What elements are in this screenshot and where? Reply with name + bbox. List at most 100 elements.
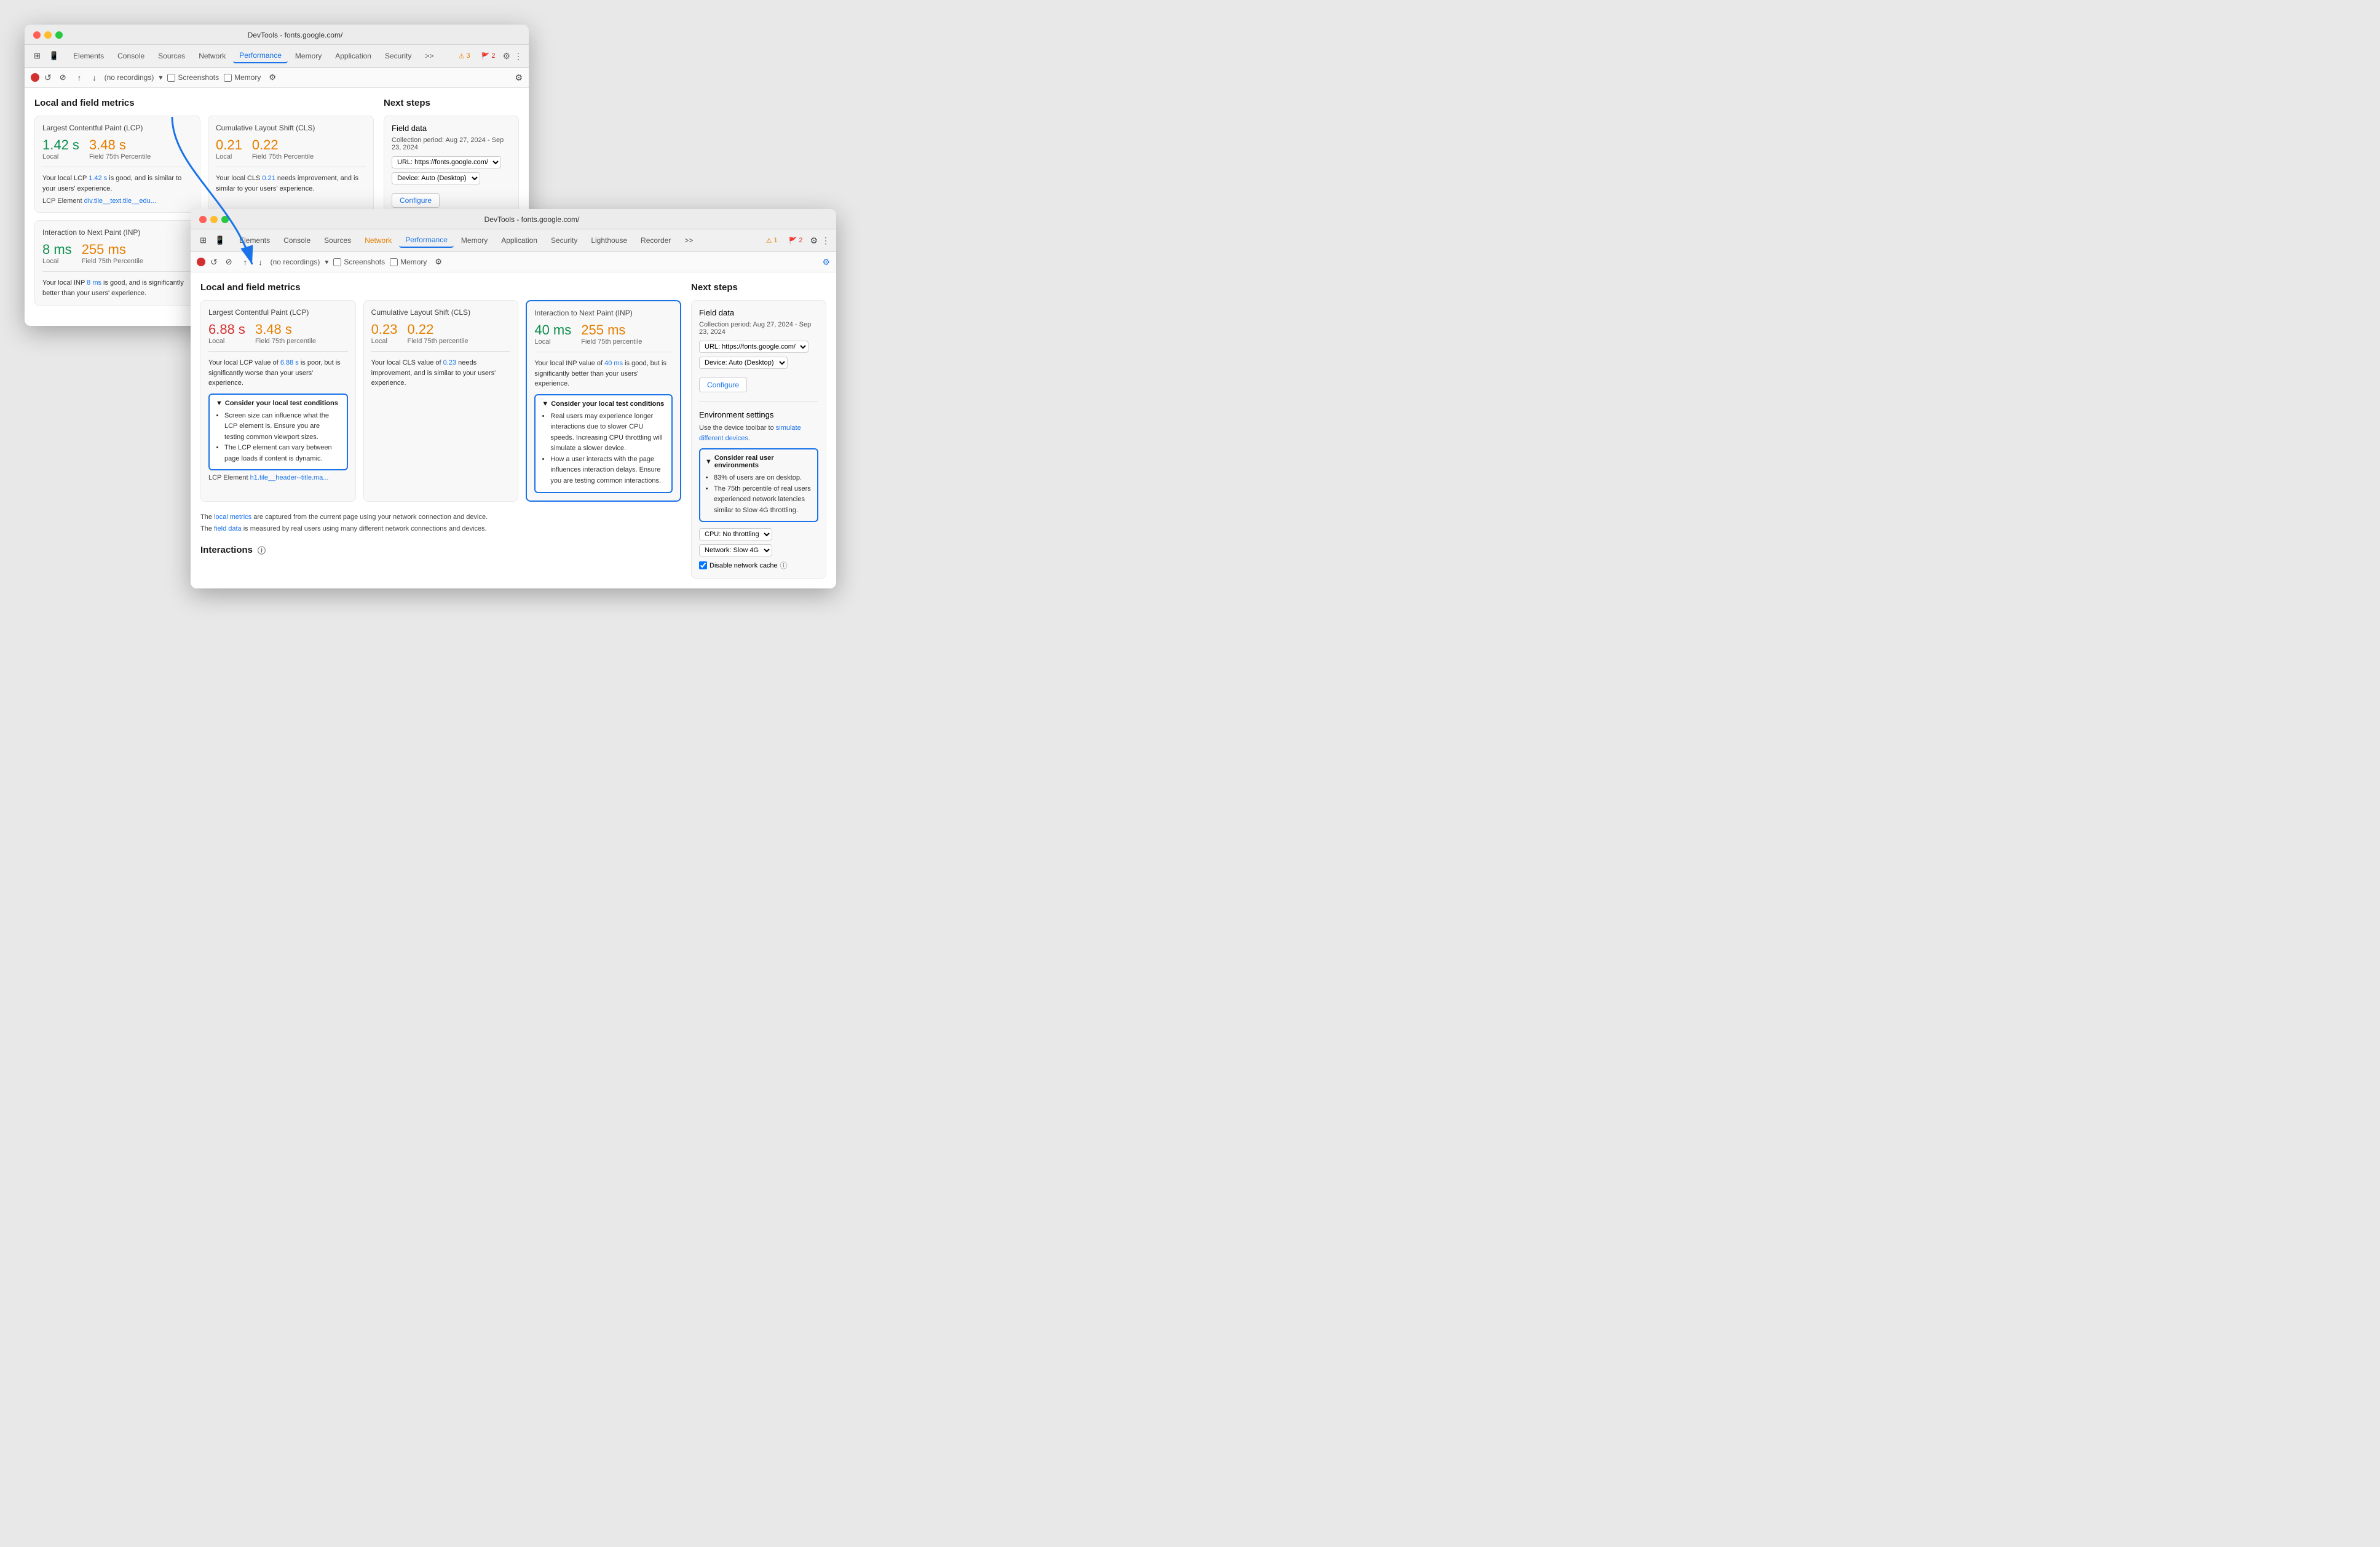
disable-cache-checkbox[interactable] (699, 561, 707, 569)
tab-more-front[interactable]: >> (678, 234, 699, 247)
lcp-value-link-front[interactable]: 6.88 s (280, 359, 299, 366)
local-metrics-link[interactable]: local metrics (214, 513, 251, 521)
device-select-back[interactable]: Device: Auto (Desktop) (392, 172, 480, 184)
content-front: Local and field metrics Largest Contentf… (191, 272, 836, 588)
tab-performance-front[interactable]: Performance (399, 233, 454, 248)
no-recordings-back: (no recordings) (105, 73, 154, 82)
reload-button-front[interactable]: ↺ (210, 257, 218, 267)
tab-network-back[interactable]: Network (192, 49, 232, 63)
more-icon-front[interactable]: ⋮ (821, 235, 830, 246)
error-badge-front: 🚩 2 (785, 235, 807, 246)
next-steps-card-back: Field data Collection period: Aug 27, 20… (384, 116, 519, 216)
lcp-values-front: 6.88 s Local 3.48 s Field 75th percentil… (208, 322, 348, 345)
device-select-front[interactable]: Device: Auto (Desktop) (699, 357, 788, 369)
footer-line2: The field data is measured by real users… (200, 523, 681, 536)
dropdown-arrow-back[interactable]: ▾ (159, 73, 162, 82)
cls-desc-back: Your local CLS 0.21 needs improvement, a… (216, 173, 366, 194)
lcp-card-back: Largest Contentful Paint (LCP) 1.42 s Lo… (34, 116, 200, 213)
inp-field-value-front: 255 ms (581, 322, 642, 338)
tab-elements-front[interactable]: Elements (233, 234, 276, 247)
reload-button-back[interactable]: ↺ (44, 73, 52, 83)
cpu-select[interactable]: CPU: No throttling (699, 528, 772, 540)
inp-values-front: 40 ms Local 255 ms Field 75th percentile (534, 322, 673, 346)
screenshots-check-back[interactable] (167, 74, 175, 82)
record-button-front[interactable] (197, 258, 205, 266)
screenshots-checkbox-front[interactable]: Screenshots (333, 258, 385, 266)
consider-env-title: ▼ Consider real user environments (705, 454, 812, 469)
lcp-element-link-front[interactable]: h1.tile__header--title.ma... (250, 474, 329, 481)
tab-network-front[interactable]: Network (358, 234, 398, 247)
tab-console-back[interactable]: Console (111, 49, 151, 63)
clear-button-front[interactable]: ⊘ (223, 255, 235, 269)
interactions-info-icon[interactable]: ⓘ (258, 544, 266, 556)
mobile-icon[interactable]: 📱 (46, 49, 62, 63)
tab-memory-back[interactable]: Memory (289, 49, 328, 63)
minimize-button-front[interactable] (210, 216, 218, 223)
lcp-element-link-back[interactable]: div.tile__text.tile__edu... (84, 197, 156, 205)
screenshots-checkbox-back[interactable]: Screenshots (167, 73, 219, 82)
settings-icon-back[interactable]: ⚙ (502, 51, 510, 61)
field-data-link[interactable]: field data (214, 525, 242, 532)
screenshots-check-front[interactable] (333, 258, 341, 266)
maximize-button-front[interactable] (221, 216, 229, 223)
cls-value-link-front[interactable]: 0.23 (443, 359, 456, 366)
upload-button-back[interactable]: ↑ (74, 71, 85, 84)
gear-right-front[interactable]: ⚙ (822, 257, 830, 267)
memory-check-front[interactable] (390, 258, 398, 266)
field-data-period-front: Collection period: Aug 27, 2024 - Sep 23… (699, 321, 818, 336)
tab-security-back[interactable]: Security (379, 49, 417, 63)
tab-memory-front[interactable]: Memory (455, 234, 494, 247)
more-icon-back[interactable]: ⋮ (514, 51, 523, 61)
tab-application-back[interactable]: Application (329, 49, 378, 63)
configure-button-front[interactable]: Configure (699, 378, 747, 392)
inp-value-link-front[interactable]: 40 ms (604, 360, 623, 367)
memory-checkbox-front[interactable]: Memory (390, 258, 427, 266)
download-button-back[interactable]: ↓ (89, 71, 100, 84)
tab-sources-front[interactable]: Sources (318, 234, 357, 247)
tab-lighthouse-front[interactable]: Lighthouse (585, 234, 633, 247)
tab-sources-back[interactable]: Sources (152, 49, 191, 63)
url-select-back[interactable]: URL: https://fonts.google.com/ (392, 156, 501, 168)
close-button-front[interactable] (199, 216, 207, 223)
settings-icon-front[interactable]: ⚙ (810, 235, 818, 246)
next-steps-title-front: Next steps (691, 282, 826, 293)
network-select[interactable]: Network: Slow 4G (699, 544, 772, 556)
maximize-button[interactable] (55, 31, 63, 39)
devtools-icon[interactable]: ⊞ (31, 49, 44, 63)
list-item: 83% of users are on desktop. (714, 473, 812, 484)
clear-button-back[interactable]: ⊘ (57, 71, 69, 84)
cls-value-link-back[interactable]: 0.21 (262, 175, 275, 182)
tab-application-front[interactable]: Application (495, 234, 544, 247)
configure-button-back[interactable]: Configure (392, 193, 440, 208)
upload-button-front[interactable]: ↑ (240, 256, 251, 269)
disable-cache-row[interactable]: Disable network cache ⓘ (699, 560, 818, 571)
mobile-icon-front[interactable]: 📱 (212, 234, 228, 247)
tab-console-front[interactable]: Console (277, 234, 317, 247)
inp-value-link-back[interactable]: 8 ms (87, 279, 101, 287)
record-button-back[interactable] (31, 73, 39, 82)
memory-check-back[interactable] (224, 74, 232, 82)
main-front: Local and field metrics Largest Contentf… (200, 282, 681, 579)
dropdown-arrow-front[interactable]: ▾ (325, 258, 328, 266)
traffic-lights-back (33, 31, 63, 39)
tab-more-back[interactable]: >> (419, 49, 440, 63)
field-data-period-back: Collection period: Aug 27, 2024 - Sep 23… (392, 136, 511, 151)
cls-card-front: Cumulative Layout Shift (CLS) 0.23 Local… (363, 300, 519, 502)
lcp-value-link-back[interactable]: 1.42 s (89, 175, 107, 182)
settings-perf-back[interactable]: ⚙ (266, 71, 279, 84)
close-button[interactable] (33, 31, 41, 39)
tab-elements-back[interactable]: Elements (67, 49, 110, 63)
minimize-button[interactable] (44, 31, 52, 39)
devtools-icon-front[interactable]: ⊞ (197, 234, 210, 247)
url-select-front[interactable]: URL: https://fonts.google.com/ (699, 341, 808, 353)
cache-help-icon[interactable]: ⓘ (780, 560, 788, 571)
tab-security-front[interactable]: Security (545, 234, 583, 247)
download-button-front[interactable]: ↓ (255, 256, 266, 269)
settings-perf-front[interactable]: ⚙ (432, 255, 445, 269)
tab-performance-back[interactable]: Performance (233, 49, 288, 63)
simulate-devices-link[interactable]: simulate different devices (699, 424, 801, 442)
tab-recorder-front[interactable]: Recorder (635, 234, 677, 247)
gear-right-back[interactable]: ⚙ (515, 73, 523, 82)
url-dropdown-front: URL: https://fonts.google.com/ (699, 341, 818, 353)
memory-checkbox-back[interactable]: Memory (224, 73, 261, 82)
